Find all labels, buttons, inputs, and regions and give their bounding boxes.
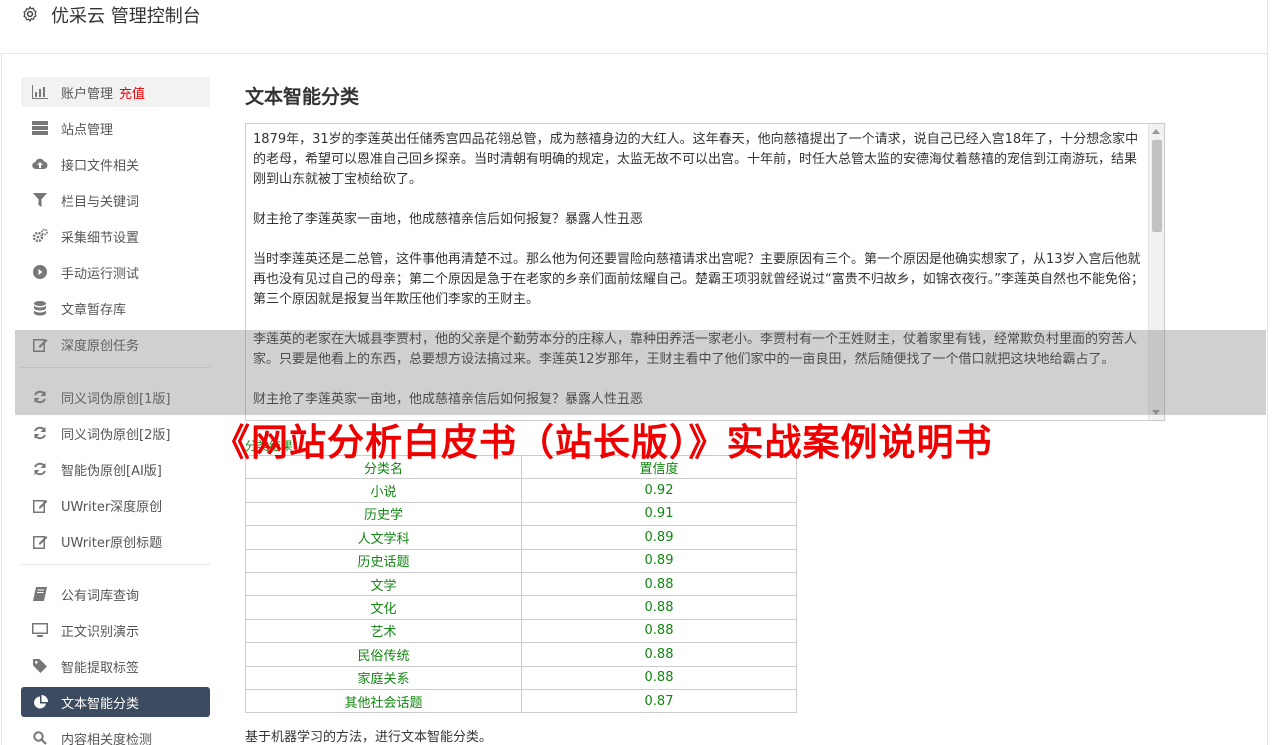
sidebar-item-label: 公有词库查询 xyxy=(61,589,140,604)
category-cell: 文学 xyxy=(245,571,522,597)
sidebar-item-label: 智能提取标签 xyxy=(61,661,140,676)
sidebar-item-interface[interactable]: 接口文件相关 xyxy=(21,149,210,179)
sidebar-item-label: 正文识别演示 xyxy=(61,625,140,640)
sidebar-item-label: 采集细节设置 xyxy=(61,231,140,246)
sidebar-item-text-classify[interactable]: 文本智能分类 xyxy=(21,687,210,717)
table-row: 文化 0.88 xyxy=(245,595,797,620)
gears-icon xyxy=(32,228,48,244)
left-border xyxy=(1,54,2,745)
bar-chart-icon xyxy=(32,84,48,100)
sidebar-item-account[interactable]: 账户管理 充值 xyxy=(21,77,210,107)
confidence-cell: 0.89 xyxy=(521,548,797,573)
confidence-cell: 0.87 xyxy=(521,688,797,714)
filter-icon xyxy=(32,192,48,208)
sidebar-item-label: UWriter原创标题 xyxy=(61,536,163,551)
edit-icon xyxy=(32,533,48,549)
database-icon xyxy=(32,300,48,316)
category-cell: 历史话题 xyxy=(245,548,522,573)
category-cell: 文化 xyxy=(245,595,522,620)
table-row: 家庭关系 0.88 xyxy=(245,665,797,690)
confidence-cell: 0.88 xyxy=(521,665,797,690)
pie-chart-icon xyxy=(32,694,48,710)
sidebar-item-synonym-v2[interactable]: 同义词伪原创[2版] xyxy=(21,418,210,448)
table-row: 民俗传统 0.88 xyxy=(245,642,797,667)
sidebar-item-lexicon[interactable]: 公有词库查询 xyxy=(21,579,210,609)
edit-icon xyxy=(32,497,48,513)
page-title: 文本智能分类 xyxy=(245,86,360,108)
category-cell: 历史学 xyxy=(245,501,522,527)
refresh-icon xyxy=(32,461,48,477)
main-content: 文本智能分类 1879年，31岁的李莲英出任储秀宫四品花翎总管，成为慈禧身边的大… xyxy=(245,82,1165,421)
sidebar-item-ai-rewrite[interactable]: 智能伪原创[AI版] xyxy=(21,454,210,484)
sidebar-item-label: 栏目与关键词 xyxy=(61,195,140,210)
sidebar-item-columns[interactable]: 栏目与关键词 xyxy=(21,185,210,215)
watermark-text: 《网站分析白皮书（站长版）》实战案例说明书 xyxy=(213,421,993,464)
sidebar-item-label: 同义词伪原创[2版] xyxy=(61,428,171,443)
sidebar-item-test[interactable]: 手动运行测试 xyxy=(21,257,210,287)
sidebar-item-label: 手动运行测试 xyxy=(61,267,140,282)
category-cell: 艺术 xyxy=(245,618,522,644)
tag-icon xyxy=(32,658,48,674)
recharge-link[interactable]: 充值 xyxy=(119,87,145,102)
category-cell: 其他社会话题 xyxy=(245,688,522,714)
category-cell: 小说 xyxy=(245,478,522,503)
table-row: 人文学科 0.89 xyxy=(245,525,797,550)
sidebar-divider xyxy=(21,564,210,565)
scroll-up-arrow-icon[interactable] xyxy=(1152,129,1160,134)
scroll-thumb[interactable] xyxy=(1152,140,1162,232)
sidebar-item-relevance[interactable]: 内容相关度检测 xyxy=(21,723,210,745)
confidence-cell: 0.88 xyxy=(521,618,797,644)
description-text: 基于机器学习的方法，进行文本智能分类。 xyxy=(245,730,493,745)
classification-table: 分类名 置信度 小说 0.92 历史学 0.91 人文学科 0.89 历史话题 0.89… xyxy=(245,454,797,714)
sidebar-item-label: 文章暂存库 xyxy=(61,303,127,318)
monitor-icon xyxy=(32,622,48,638)
sidebar-item-uwriter-title[interactable]: UWriter原创标题 xyxy=(21,526,210,556)
top-header: 优采云 管理控制台 xyxy=(0,0,1268,54)
sidebar-item-label: 文本智能分类 xyxy=(61,697,140,712)
sidebar-item-label: 站点管理 xyxy=(61,123,114,138)
sidebar-item-sites[interactable]: 站点管理 xyxy=(21,113,210,143)
confidence-cell: 0.88 xyxy=(521,571,797,597)
app-title: 优采云 管理控制台 xyxy=(51,6,201,27)
sidebar-item-tags[interactable]: 智能提取标签 xyxy=(21,651,210,681)
table-row: 历史话题 0.89 xyxy=(245,548,797,573)
sidebar-item-uwriter-deep[interactable]: UWriter深度原创 xyxy=(21,490,210,520)
confidence-cell: 0.89 xyxy=(521,525,797,550)
right-border xyxy=(1267,54,1268,745)
sidebar-item-label: 内容相关度检测 xyxy=(61,733,153,745)
cloud-upload-icon xyxy=(32,156,48,172)
sidebar-item-label: 账户管理 xyxy=(61,87,114,102)
category-cell: 家庭关系 xyxy=(245,665,522,690)
category-cell: 人文学科 xyxy=(245,525,522,550)
gear-icon xyxy=(23,6,37,22)
play-icon xyxy=(32,264,48,280)
sidebar-item-text-recognition[interactable]: 正文识别演示 xyxy=(21,615,210,645)
table-row: 艺术 0.88 xyxy=(245,618,797,644)
table-row: 小说 0.92 xyxy=(245,478,797,503)
refresh-icon xyxy=(32,425,48,441)
category-cell: 民俗传统 xyxy=(245,642,522,667)
search-icon xyxy=(32,730,48,745)
book-icon xyxy=(32,586,48,602)
server-icon xyxy=(32,120,48,136)
table-row: 其他社会话题 0.87 xyxy=(245,688,797,714)
sidebar-item-label: 智能伪原创[AI版] xyxy=(61,464,162,479)
sidebar-item-label: UWriter深度原创 xyxy=(61,500,163,515)
sidebar-item-label: 接口文件相关 xyxy=(61,159,140,174)
table-row: 历史学 0.91 xyxy=(245,501,797,527)
confidence-cell: 0.91 xyxy=(521,501,797,527)
table-row: 文学 0.88 xyxy=(245,571,797,597)
confidence-cell: 0.88 xyxy=(521,642,797,667)
sidebar-item-storage[interactable]: 文章暂存库 xyxy=(21,293,210,323)
confidence-cell: 0.88 xyxy=(521,595,797,620)
sidebar-item-collect[interactable]: 采集细节设置 xyxy=(21,221,210,251)
confidence-cell: 0.92 xyxy=(521,478,797,503)
watermark-overlay-band xyxy=(15,330,1266,415)
